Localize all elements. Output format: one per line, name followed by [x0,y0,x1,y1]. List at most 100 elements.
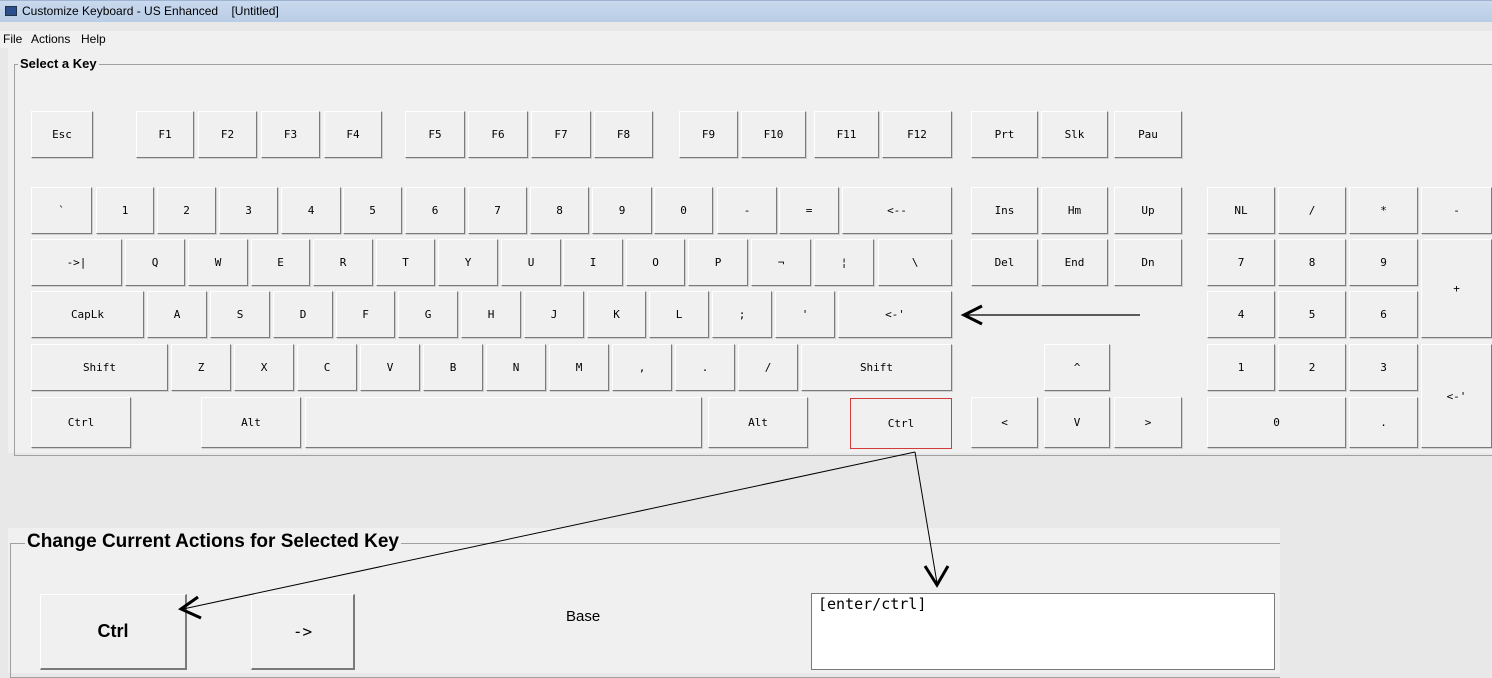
key-enter[interactable]: <-' [838,291,952,338]
key-esc[interactable]: Esc [31,111,93,158]
key-f4[interactable]: F4 [324,111,382,158]
key-s[interactable]: S [210,291,270,338]
key-slk[interactable]: Slk [1041,111,1108,158]
key-np-plus[interactable]: + [1421,239,1492,338]
key-prt[interactable]: Prt [971,111,1038,158]
key-c[interactable]: C [297,344,357,391]
key-np7[interactable]: 7 [1207,239,1275,286]
key-e[interactable]: E [251,239,310,286]
key-ins[interactable]: Ins [971,187,1038,234]
key-f9[interactable]: F9 [679,111,738,158]
key-np3[interactable]: 3 [1349,344,1418,391]
key-capslock[interactable]: CapLk [31,291,144,338]
key-arrow-right[interactable]: > [1114,397,1182,448]
key-6[interactable]: 6 [405,187,465,234]
key-right-ctrl[interactable]: Ctrl [850,398,952,449]
key-arrow-up[interactable]: ^ [1044,344,1110,391]
key-f11[interactable]: F11 [814,111,879,158]
key-np0[interactable]: 0 [1207,397,1346,448]
key-3[interactable]: 3 [219,187,278,234]
key-5[interactable]: 5 [343,187,402,234]
key-backtick[interactable]: ` [31,187,92,234]
key-i[interactable]: I [563,239,623,286]
key-f7[interactable]: F7 [531,111,591,158]
key-slash[interactable]: / [738,344,798,391]
key-j[interactable]: J [524,291,584,338]
key-hm[interactable]: Hm [1041,187,1108,234]
key-pau[interactable]: Pau [1114,111,1182,158]
key-np6[interactable]: 6 [1349,291,1418,338]
key-backspace[interactable]: <-- [842,187,952,234]
key-o[interactable]: O [626,239,685,286]
key-4[interactable]: 4 [281,187,341,234]
key-del[interactable]: Del [971,239,1038,286]
key-np2[interactable]: 2 [1278,344,1346,391]
key-m[interactable]: M [549,344,609,391]
key-left-alt[interactable]: Alt [201,397,301,448]
key-tab[interactable]: ->| [31,239,122,286]
next-state-button[interactable]: -> [251,594,355,670]
key-q[interactable]: Q [125,239,185,286]
key-g[interactable]: G [398,291,458,338]
key-x[interactable]: X [234,344,294,391]
key-f5[interactable]: F5 [405,111,465,158]
key-9[interactable]: 9 [592,187,652,234]
key-np-star[interactable]: * [1349,187,1418,234]
key-comma[interactable]: , [612,344,672,391]
key-quote[interactable]: ' [775,291,835,338]
key-numlock[interactable]: NL [1207,187,1275,234]
key-0[interactable]: 0 [654,187,713,234]
key-f8[interactable]: F8 [594,111,653,158]
key-np-dot[interactable]: . [1349,397,1418,448]
key-f6[interactable]: F6 [468,111,528,158]
key-u[interactable]: U [501,239,561,286]
key-left-bracket[interactable]: ¬ [751,239,811,286]
menu-file[interactable]: File [3,32,22,46]
key-backslash[interactable]: \ [878,239,952,286]
key-1[interactable]: 1 [96,187,154,234]
key-d[interactable]: D [273,291,333,338]
key-8[interactable]: 8 [530,187,589,234]
key-7[interactable]: 7 [468,187,527,234]
key-np5[interactable]: 5 [1278,291,1346,338]
key-k[interactable]: K [587,291,646,338]
key-semicolon[interactable]: ; [712,291,772,338]
key-arrow-down[interactable]: V [1044,397,1110,448]
key-n[interactable]: N [486,344,546,391]
key-np9[interactable]: 9 [1349,239,1418,286]
key-space[interactable] [305,397,702,448]
key-np-slash[interactable]: / [1278,187,1346,234]
key-right-bracket[interactable]: ¦ [814,239,874,286]
key-np4[interactable]: 4 [1207,291,1275,338]
action-textbox[interactable]: [enter/ctrl] [811,593,1275,670]
key-end[interactable]: End [1041,239,1108,286]
key-f1[interactable]: F1 [136,111,194,158]
key-f12[interactable]: F12 [882,111,952,158]
selected-key-button[interactable]: Ctrl [40,594,187,670]
key-f[interactable]: F [336,291,395,338]
key-np-minus[interactable]: - [1421,187,1492,234]
key-l[interactable]: L [649,291,709,338]
key-f2[interactable]: F2 [198,111,257,158]
key-period[interactable]: . [675,344,735,391]
key-arrow-left[interactable]: < [971,397,1038,448]
key-np1[interactable]: 1 [1207,344,1275,391]
key-f3[interactable]: F3 [261,111,320,158]
key-t[interactable]: T [376,239,435,286]
key-a[interactable]: A [147,291,207,338]
key-w[interactable]: W [188,239,248,286]
key-b[interactable]: B [423,344,483,391]
key-right-alt[interactable]: Alt [708,397,808,448]
key-r[interactable]: R [313,239,373,286]
key-minus[interactable]: - [717,187,777,234]
key-p[interactable]: P [688,239,748,286]
menu-help[interactable]: Help [81,32,106,46]
key-right-shift[interactable]: Shift [801,344,952,391]
key-left-shift[interactable]: Shift [31,344,168,391]
key-f10[interactable]: F10 [741,111,806,158]
key-up[interactable]: Up [1114,187,1182,234]
key-np8[interactable]: 8 [1278,239,1346,286]
key-v[interactable]: V [360,344,420,391]
key-h[interactable]: H [461,291,521,338]
key-np-enter[interactable]: <-' [1421,344,1492,448]
